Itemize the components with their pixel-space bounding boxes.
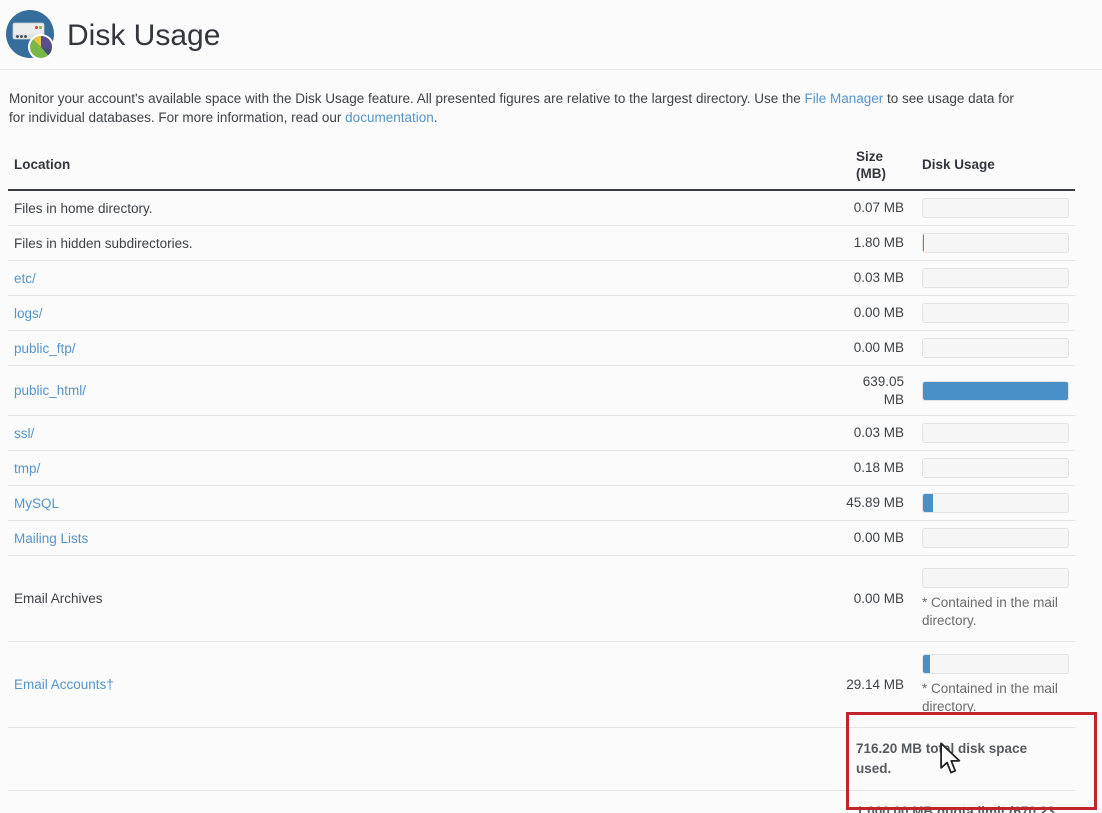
location-link-public-html[interactable]: public_html/ — [14, 383, 86, 398]
table-row: MySQL 45.89 MB — [8, 486, 1075, 521]
table-row: Mailing Lists 0.00 MB — [8, 521, 1075, 556]
location-link-mailing-lists[interactable]: Mailing Lists — [14, 531, 88, 546]
disk-usage-table: Location Size (MB) Disk Usage Files in h… — [8, 140, 1075, 813]
disk-usage-bar — [922, 493, 1069, 513]
table-row: Files in home directory. 0.07 MB — [8, 190, 1075, 226]
summary-row-quota: 1,000.00 MB quota limit (670.23 MB used)… — [8, 791, 1075, 813]
location-link-ssl[interactable]: ssl/ — [14, 426, 34, 441]
column-header-size: Size (MB) — [846, 140, 908, 190]
disk-usage-icon — [5, 10, 57, 62]
disk-usage-bar — [922, 198, 1069, 218]
column-header-location: Location — [8, 140, 846, 190]
table-row: Email Archives 0.00 MB * Contained in th… — [8, 556, 1075, 642]
location-label: Files in hidden subdirectories. — [8, 226, 846, 261]
location-link-email-accounts[interactable]: Email Accounts† — [14, 677, 114, 692]
intro-line-2: for individual databases. For more infor… — [9, 109, 1094, 128]
location-label: Files in home directory. — [8, 190, 846, 226]
size-value: 0.00 MB — [854, 304, 904, 322]
table-row: public_html/ 639.05 MB — [8, 366, 1075, 416]
disk-usage-bar — [922, 654, 1069, 674]
table-row: public_ftp/ 0.00 MB — [8, 331, 1075, 366]
table-row: ssl/ 0.03 MB — [8, 416, 1075, 451]
size-value: 1.80 MB — [854, 234, 904, 252]
table-row: etc/ 0.03 MB — [8, 261, 1075, 296]
size-value: 0.00 MB — [854, 590, 904, 608]
table-row: Email Accounts† 29.14 MB * Contained in … — [8, 642, 1075, 728]
size-value: 0.03 MB — [854, 269, 904, 287]
file-manager-link[interactable]: File Manager — [804, 91, 883, 106]
page-header: Disk Usage — [0, 0, 1102, 70]
disk-usage-bar — [922, 568, 1069, 588]
location-link-logs[interactable]: logs/ — [14, 306, 43, 321]
size-value: 0.00 MB — [854, 529, 904, 547]
disk-usage-bar — [922, 303, 1069, 323]
summary-row-total: 716.20 MB total disk space used. — [8, 728, 1075, 791]
disk-usage-bar — [922, 338, 1069, 358]
documentation-link[interactable]: documentation — [345, 110, 434, 125]
table-row: logs/ 0.00 MB — [8, 296, 1075, 331]
location-link-etc[interactable]: etc/ — [14, 271, 36, 286]
size-value: 0.18 MB — [854, 459, 904, 477]
total-disk-space-used: 716.20 MB total disk space used. — [856, 739, 1056, 779]
location-link-mysql[interactable]: MySQL — [14, 496, 59, 511]
disk-usage-bar — [922, 423, 1069, 443]
column-header-disk-usage: Disk Usage — [908, 140, 1075, 190]
size-value: 45.89 MB — [846, 494, 904, 512]
size-value: 0.07 MB — [854, 199, 904, 217]
location-link-public-ftp[interactable]: public_ftp/ — [14, 341, 76, 356]
size-value: 639.05 MB — [846, 373, 904, 408]
disk-usage-page: Disk Usage Monitor your account's availa… — [0, 0, 1102, 813]
size-value: 0.00 MB — [854, 339, 904, 357]
size-value: 29.14 MB — [846, 676, 904, 694]
quota-limit: 1,000.00 MB quota limit (670.23 MB used)… — [856, 802, 1056, 813]
location-label: Email Archives — [8, 556, 846, 642]
disk-usage-bar — [922, 381, 1069, 401]
disk-usage-bar — [922, 528, 1069, 548]
disk-usage-bar — [922, 233, 1069, 253]
table-header-row: Location Size (MB) Disk Usage — [8, 140, 1075, 190]
intro-line-1: Monitor your account's available space w… — [9, 90, 1094, 109]
mail-directory-note: * Contained in the mail directory. — [922, 680, 1072, 715]
size-value: 0.03 MB — [854, 424, 904, 442]
disk-usage-bar — [922, 268, 1069, 288]
intro-text: Monitor your account's available space w… — [0, 70, 1102, 127]
table-row: Files in hidden subdirectories. 1.80 MB — [8, 226, 1075, 261]
location-link-tmp[interactable]: tmp/ — [14, 461, 40, 476]
mail-directory-note: * Contained in the mail directory. — [922, 594, 1072, 629]
disk-usage-bar — [922, 458, 1069, 478]
page-title: Disk Usage — [67, 19, 220, 53]
table-row: tmp/ 0.18 MB — [8, 451, 1075, 486]
